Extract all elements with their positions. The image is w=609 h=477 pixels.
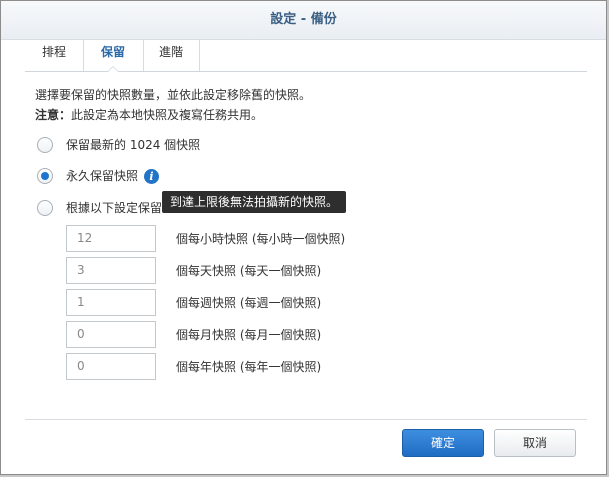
weekly-count-field[interactable]: 1 [66, 289, 156, 316]
monthly-count-field[interactable]: 0 [66, 321, 156, 348]
option-keep-forever-label: 永久保留快照 [66, 169, 139, 183]
description: 選擇要保留的快照數量，並依此設定移除舊的快照。 注意：此設定為本地快照及複寫任務… [35, 85, 311, 125]
daily-count-label: 個每天快照 (每天一個快照) [176, 264, 322, 278]
settings-backup-dialog: 設定 - 備份 排程 保留 進階 選擇要保留的快照數量，並依此設定移除舊的快照。… [0, 0, 607, 475]
tab-schedule[interactable]: 排程 [25, 39, 84, 71]
cancel-button[interactable]: 取消 [494, 429, 576, 457]
monthly-count-label: 個每月快照 (每月一個快照) [176, 328, 322, 342]
retention-row-yearly: 0 個每年快照 (每年一個快照) [66, 353, 321, 380]
radio-keep-latest[interactable] [37, 137, 53, 153]
option-custom-retention-label: 根據以下設定保留 [66, 201, 163, 215]
tab-bar: 排程 保留 進階 [25, 39, 587, 72]
note-prefix: 注意： [35, 108, 72, 122]
retention-row-daily: 3 個每天快照 (每天一個快照) [66, 257, 321, 284]
radio-keep-forever[interactable] [37, 168, 53, 184]
tab-retention[interactable]: 保留 [83, 39, 144, 72]
daily-count-field[interactable]: 3 [66, 257, 156, 284]
radio-custom-retention[interactable] [37, 200, 53, 216]
yearly-count-label: 個每年快照 (每年一個快照) [176, 360, 322, 374]
hourly-count-field[interactable]: 12 [66, 225, 156, 252]
tooltip: 到達上限後無法拍攝新的快照。 [162, 191, 347, 213]
ok-button[interactable]: 確定 [402, 429, 484, 457]
info-icon[interactable]: i [144, 168, 160, 184]
option-keep-latest[interactable]: 保留最新的 1024 個快照 [37, 135, 200, 155]
hourly-count-label: 個每小時快照 (每小時一個快照) [176, 232, 346, 246]
tab-advanced[interactable]: 進階 [143, 39, 200, 71]
option-keep-latest-label: 保留最新的 1024 個快照 [66, 138, 201, 152]
option-keep-forever[interactable]: 永久保留快照 i [37, 166, 160, 186]
note-text: 此設定為本地快照及複寫任務共用。 [71, 108, 264, 122]
retention-row-monthly: 0 個每月快照 (每月一個快照) [66, 321, 321, 348]
retention-row-hourly: 12 個每小時快照 (每小時一個快照) [66, 225, 345, 252]
active-tab-caret [107, 66, 119, 72]
retention-row-weekly: 1 個每週快照 (每週一個快照) [66, 289, 321, 316]
option-custom-retention[interactable]: 根據以下設定保留 [37, 198, 162, 218]
dialog-title: 設定 - 備份 [1, 1, 606, 40]
weekly-count-label: 個每週快照 (每週一個快照) [176, 296, 322, 310]
description-line: 選擇要保留的快照數量，並依此設定移除舊的快照。 [35, 88, 312, 102]
footer-divider [25, 419, 587, 420]
note-line: 注意：此設定為本地快照及複寫任務共用。 [35, 105, 311, 125]
tab-retention-label: 保留 [100, 45, 125, 59]
yearly-count-field[interactable]: 0 [66, 353, 156, 380]
